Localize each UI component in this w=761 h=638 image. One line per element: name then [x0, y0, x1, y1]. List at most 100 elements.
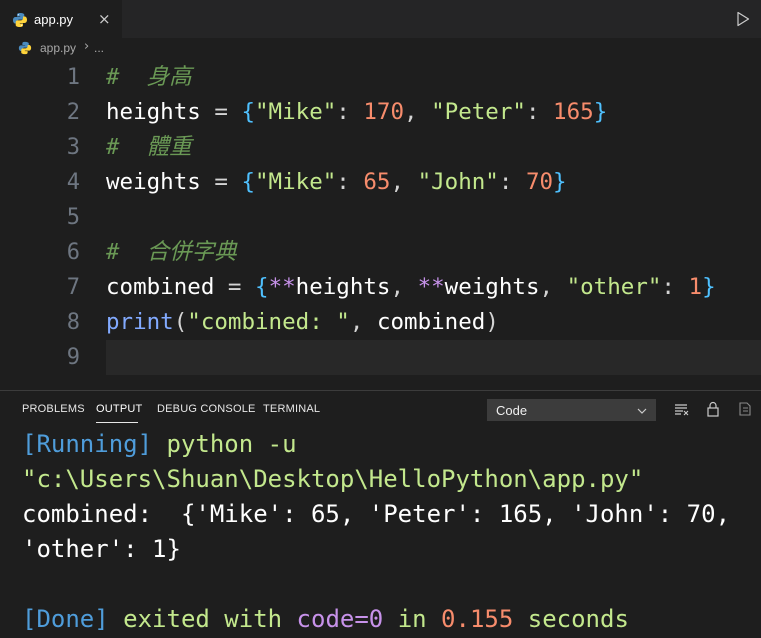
string-token: "Mike"	[255, 99, 337, 125]
tab-problems[interactable]: PROBLEMS	[22, 403, 85, 415]
lock-icon[interactable]	[705, 401, 721, 417]
done-text: seconds	[513, 605, 629, 633]
variable-token: heights	[295, 274, 391, 300]
code-text: # 身高	[106, 60, 192, 95]
line-number: 1	[66, 65, 80, 90]
chevron-right-icon: ›	[84, 39, 90, 54]
run-play-icon[interactable]	[735, 11, 751, 27]
operator-token: =	[200, 99, 242, 125]
punct-token: :	[336, 169, 364, 195]
running-command: python -u	[152, 430, 297, 458]
string-token: "Mike"	[255, 169, 337, 195]
number-token: 1	[688, 274, 703, 300]
paren-token: )	[485, 309, 499, 335]
tab-terminal[interactable]: TERMINAL	[263, 403, 320, 415]
code-text: combined = {**heights, **weights, "other…	[106, 270, 716, 305]
line-number: 3	[66, 135, 80, 160]
punct-token: ,	[404, 99, 432, 125]
variable-token: heights	[106, 99, 201, 125]
output-path-line: "c:\Users\Shuan\Desktop\HelloPython\app.…	[22, 465, 644, 493]
code-line: 2 heights = {"Mike": 170, "Peter": 165}	[0, 95, 761, 130]
tab-label: app.py	[34, 12, 74, 27]
string-token: "John"	[417, 169, 499, 195]
output-result-line: 'other': 1}	[22, 535, 181, 563]
brace-token: {	[241, 99, 256, 125]
close-icon[interactable]: ×	[98, 10, 111, 28]
paren-token: (	[173, 309, 188, 335]
code-editor[interactable]: 1 # 身高 2 heights = {"Mike": 170, "Peter"…	[0, 60, 761, 380]
code-line: 9	[0, 340, 761, 375]
number-token: 165	[553, 99, 594, 125]
punct-token: ,	[390, 169, 418, 195]
brace-token: }	[553, 169, 567, 195]
line-number: 8	[66, 310, 80, 335]
variable-token: combined	[106, 274, 215, 300]
open-log-file-icon[interactable]	[737, 401, 753, 417]
tab-debug-console[interactable]: DEBUG CONSOLE	[157, 403, 256, 415]
code-text: print("combined: ", combined)	[106, 305, 499, 340]
python-file-icon	[13, 13, 27, 27]
editor-tab-bar: app.py ×	[0, 0, 761, 38]
code-text: heights = {"Mike": 170, "Peter": 165}	[106, 95, 607, 130]
number-token: 65	[363, 169, 391, 195]
output-channel-select[interactable]: Code	[487, 399, 656, 421]
code-line: 8 print("combined: ", combined)	[0, 305, 761, 340]
tab-app-py[interactable]: app.py ×	[0, 0, 122, 38]
function-token: print	[106, 309, 174, 335]
code-text: weights = {"Mike": 65, "John": 70}	[106, 165, 567, 200]
brace-token: {	[241, 169, 256, 195]
breadcrumb-file[interactable]: app.py	[40, 41, 76, 55]
output-line: [Running] python -u	[22, 427, 297, 462]
code-line: 4 weights = {"Mike": 65, "John": 70}	[0, 165, 761, 200]
chevron-down-icon	[637, 408, 647, 414]
line-number: 5	[66, 205, 80, 230]
variable-token: combined	[376, 309, 486, 335]
done-text: exited with	[108, 605, 297, 633]
punct-token: ,	[390, 274, 418, 300]
variable-token: weights	[444, 274, 540, 300]
string-token: "combined: "	[187, 309, 350, 335]
brace-token: }	[593, 99, 608, 125]
string-token: "other"	[566, 274, 662, 300]
operator-token: =	[214, 274, 256, 300]
line-number: 9	[66, 345, 80, 370]
punct-token: :	[336, 99, 364, 125]
line-number: 7	[66, 275, 80, 300]
brace-token: {	[255, 274, 269, 300]
comment-token: # 體重	[106, 134, 192, 160]
line-number: 6	[66, 240, 80, 265]
clear-output-icon[interactable]	[673, 401, 689, 417]
punct-token: ,	[539, 274, 567, 300]
comment-token: # 身高	[106, 64, 192, 90]
operator-token: =	[200, 169, 242, 195]
breadcrumb-more[interactable]: ...	[94, 41, 104, 55]
code-line: 1 # 身高	[0, 60, 761, 95]
number-token: 70	[525, 169, 554, 195]
variable-token: weights	[106, 169, 201, 195]
tab-output[interactable]: OUTPUT	[96, 403, 142, 415]
brace-token: }	[702, 274, 716, 300]
spread-token: **	[417, 274, 445, 300]
elapsed-time: 0.155	[441, 605, 514, 633]
punct-token: :	[498, 169, 526, 195]
exit-code: code=0	[296, 605, 384, 633]
punct-token: :	[525, 99, 554, 125]
python-file-icon	[18, 41, 32, 55]
running-tag: [Running]	[22, 430, 153, 458]
comment-token: # 合併字典	[106, 239, 237, 265]
line-number: 2	[66, 100, 80, 125]
active-tab-indicator	[96, 422, 138, 423]
string-token: "Peter"	[431, 99, 526, 125]
code-line: 5	[0, 200, 761, 235]
output-result-line: combined: {'Mike': 65, 'Peter': 165, 'Jo…	[22, 500, 731, 528]
code-line: 7 combined = {**heights, **weights, "oth…	[0, 270, 761, 305]
code-text: # 合併字典	[106, 235, 237, 270]
code-text: # 體重	[106, 130, 192, 165]
punct-token: :	[661, 274, 689, 300]
number-token: 170	[363, 99, 405, 125]
line-number: 4	[66, 170, 80, 195]
spread-token: **	[268, 274, 296, 300]
done-text: in	[383, 605, 442, 633]
code-line: 6 # 合併字典	[0, 235, 761, 270]
output-channel-value: Code	[496, 403, 528, 418]
